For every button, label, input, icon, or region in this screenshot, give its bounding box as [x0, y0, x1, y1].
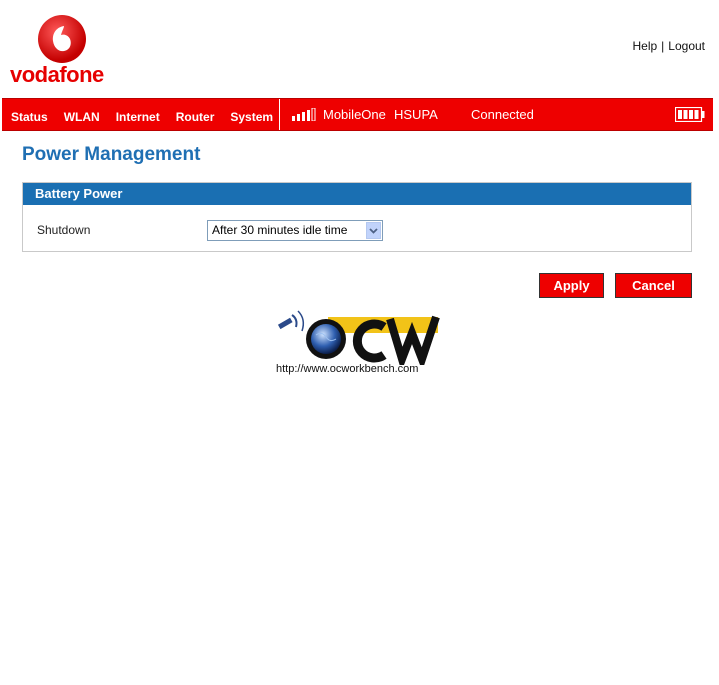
- network-type: HSUPA: [394, 107, 438, 122]
- shutdown-select[interactable]: After 30 minutes idle time: [207, 220, 383, 241]
- nav-internet[interactable]: Internet: [108, 110, 168, 124]
- nav-status[interactable]: Status: [2, 110, 56, 124]
- brand-name: vodafone: [10, 62, 104, 87]
- watermark-url: http://www.ocworkbench.com: [276, 363, 419, 375]
- cancel-button[interactable]: Cancel: [615, 273, 692, 298]
- top-links: Help | Logout: [632, 39, 705, 53]
- battery-icon: [675, 107, 705, 122]
- vodafone-logo: vodafone: [10, 14, 114, 88]
- shutdown-label: Shutdown: [37, 223, 91, 237]
- connection-status: Connected: [471, 107, 534, 122]
- ocw-watermark: http://www.ocworkbench.com: [274, 305, 448, 380]
- ocw-logo-icon: [277, 310, 440, 372]
- help-link[interactable]: Help: [632, 39, 657, 53]
- page-title: Power Management: [22, 144, 201, 165]
- main-navbar: Status WLAN Internet Router System Mobil…: [2, 98, 713, 131]
- logout-link[interactable]: Logout: [668, 39, 705, 53]
- battery-power-panel: Battery Power Shutdown After 30 minutes …: [22, 182, 692, 252]
- shutdown-select-value: After 30 minutes idle time: [212, 223, 348, 237]
- nav-wlan[interactable]: WLAN: [56, 110, 108, 124]
- signal-bars-icon: [292, 108, 316, 121]
- nav-menu: Status WLAN Internet Router System: [2, 99, 281, 130]
- panel-header: Battery Power: [23, 183, 691, 205]
- vodafone-speechmark-icon: [38, 15, 86, 63]
- nav-system[interactable]: System: [222, 110, 281, 124]
- apply-button[interactable]: Apply: [539, 273, 604, 298]
- nav-divider: [279, 99, 280, 130]
- operator-name: MobileOne: [323, 107, 386, 122]
- chevron-down-icon[interactable]: [366, 222, 381, 239]
- link-separator: |: [661, 39, 665, 53]
- nav-router[interactable]: Router: [168, 110, 223, 124]
